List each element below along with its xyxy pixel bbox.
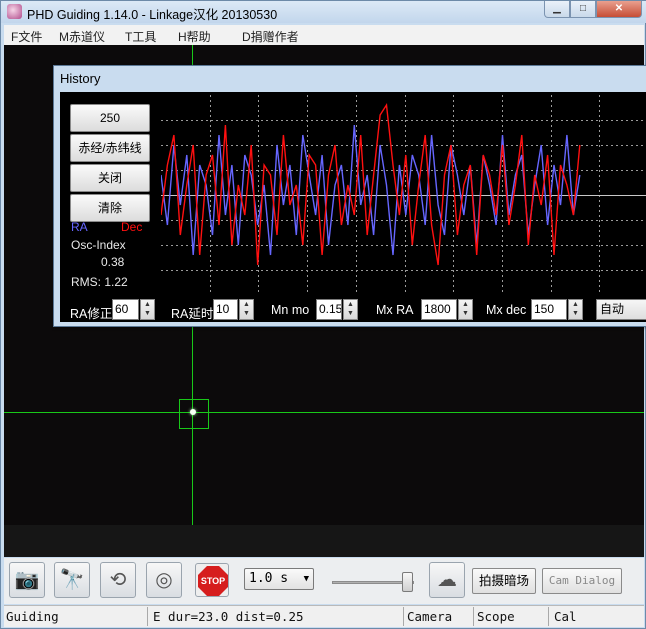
status-scope: Scope bbox=[477, 609, 515, 624]
window-title: PHD Guiding 1.14.0 - Linkage汉化 20130530 bbox=[27, 8, 278, 22]
title-bar: PHD Guiding 1.14.0 - Linkage汉化 20130530 … bbox=[1, 1, 646, 23]
ra-aggr-label: RA修正 bbox=[70, 307, 113, 321]
legend-dec: Dec bbox=[121, 220, 143, 234]
menu-bar: F文件 M赤道仪 T工具 H帮助 D捐赠作者 bbox=[4, 25, 644, 45]
minimize-button[interactable]: ▁ bbox=[544, 1, 570, 18]
stop-icon: STOP bbox=[198, 566, 228, 596]
menu-tools[interactable]: T工具 bbox=[125, 28, 156, 45]
min-motion-input[interactable]: 0.15 bbox=[316, 299, 342, 320]
brain-button[interactable]: ☁ bbox=[429, 562, 465, 598]
ra-dec-lines-button[interactable]: 赤经/赤纬线 bbox=[70, 134, 150, 162]
chevron-down-icon: ▼ bbox=[303, 574, 309, 584]
camera-button[interactable]: 📷 bbox=[9, 562, 45, 598]
guide-button[interactable]: ◎ bbox=[146, 562, 182, 598]
cam-dialog-button[interactable]: Cam Dialog bbox=[542, 568, 622, 594]
exposure-select[interactable]: 1.0 s ▼ bbox=[244, 568, 314, 590]
status-separator bbox=[147, 607, 148, 626]
min-motion-spinner[interactable]: ▲ ▼ bbox=[343, 299, 358, 320]
gamma-slider-thumb[interactable] bbox=[402, 572, 413, 592]
status-camera: Camera bbox=[407, 609, 453, 624]
osc-index-value: 0.38 bbox=[101, 255, 125, 269]
history-controls: RA修正 60 ▲ ▼ RA延时 10 ▲ ▼ Mn mo 0.15 ▲ ▼ Mx R… bbox=[60, 295, 646, 322]
menu-help[interactable]: H帮助 bbox=[178, 28, 211, 45]
view-bottom-strip bbox=[4, 525, 644, 557]
status-info: E dur=23.0 dist=0.25 bbox=[153, 609, 304, 624]
loop-button[interactable]: ⟲ bbox=[100, 562, 136, 598]
menu-file[interactable]: F文件 bbox=[11, 28, 42, 45]
history-panel: 250 赤经/赤纬线 关闭 清除 RA Dec Osc-Index 0.38 R… bbox=[60, 92, 646, 322]
ra-hyst-spinner[interactable]: ▲ ▼ bbox=[239, 299, 254, 320]
status-separator bbox=[473, 607, 474, 626]
app-icon bbox=[7, 4, 22, 19]
camera-icon: 📷 bbox=[14, 569, 40, 591]
menu-mount[interactable]: M赤道仪 bbox=[59, 28, 105, 45]
history-dialog: History 250 赤经/赤纬线 关闭 清除 RA Dec Osc-Inde… bbox=[53, 65, 646, 327]
history-clear-button[interactable]: 清除 bbox=[70, 194, 150, 222]
min-motion-label: Mn mo bbox=[271, 303, 310, 317]
history-close-button[interactable]: 关闭 bbox=[70, 164, 150, 192]
history-length-button[interactable]: 250 bbox=[70, 104, 150, 132]
ra-hyst-input[interactable]: 10 bbox=[213, 299, 238, 320]
max-dec-label: Mx dec bbox=[486, 303, 527, 317]
dec-mode-select[interactable]: 自动 bbox=[596, 299, 646, 320]
max-dec-spinner[interactable]: ▲ ▼ bbox=[568, 299, 583, 320]
history-title: History bbox=[60, 71, 101, 86]
max-ra-input[interactable]: 1800 bbox=[421, 299, 457, 320]
main-window: PHD Guiding 1.14.0 - Linkage汉化 20130530 … bbox=[0, 0, 646, 629]
status-bar: Guiding E dur=23.0 dist=0.25 Camera Scop… bbox=[4, 605, 644, 627]
max-ra-spinner[interactable]: ▲ ▼ bbox=[458, 299, 473, 320]
status-separator bbox=[403, 607, 404, 626]
status-separator bbox=[548, 607, 549, 626]
toolbar: 📷 🔭 ⟲ ◎ STOP 1.0 s ▼ ☁ 拍摄暗场 Cam Dialog bbox=[4, 558, 644, 604]
loop-icon: ⟲ bbox=[109, 569, 127, 591]
max-ra-label: Mx RA bbox=[376, 303, 414, 317]
ra-aggr-spinner[interactable]: ▲ ▼ bbox=[140, 299, 155, 320]
guide-star[interactable] bbox=[190, 409, 196, 415]
rms-value: RMS: 1.22 bbox=[71, 275, 128, 289]
status-state: Guiding bbox=[6, 609, 59, 624]
take-darks-button[interactable]: 拍摄暗场 bbox=[472, 568, 536, 594]
series-line-dec bbox=[161, 102, 581, 266]
brain-icon: ☁ bbox=[437, 569, 457, 591]
osc-index-label: Osc-Index bbox=[71, 238, 126, 252]
telescope-button[interactable]: 🔭 bbox=[54, 562, 90, 598]
telescope-icon: 🔭 bbox=[59, 569, 85, 591]
max-dec-input[interactable]: 150 bbox=[531, 299, 567, 320]
maximize-button[interactable]: □ bbox=[570, 1, 596, 18]
ra-aggr-input[interactable]: 60 bbox=[112, 299, 139, 320]
close-button[interactable]: ✕ bbox=[596, 1, 642, 18]
stop-button[interactable]: STOP bbox=[195, 563, 229, 597]
history-graph bbox=[161, 95, 646, 295]
legend-ra: RA bbox=[71, 220, 88, 234]
menu-donate[interactable]: D捐赠作者 bbox=[242, 28, 299, 45]
ra-hyst-label: RA延时 bbox=[171, 307, 214, 321]
crosshair-horizontal bbox=[4, 412, 644, 413]
guide-target-icon: ◎ bbox=[155, 569, 173, 591]
status-cal: Cal bbox=[554, 609, 577, 624]
